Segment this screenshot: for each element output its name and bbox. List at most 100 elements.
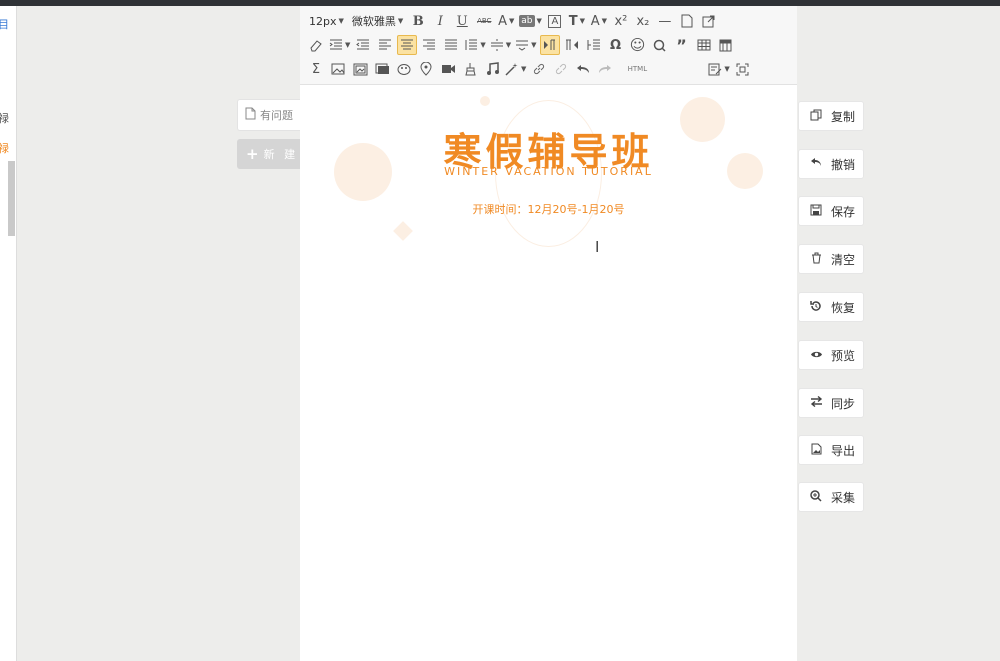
font-color-icon: A [498, 13, 508, 29]
toolbar-row-1: 12px ▼ 微软雅黑 ▼ B I U ABC A ▼ ab ▼ A T ▼ A ▼ x² … [306, 10, 721, 32]
line-height-icon[interactable]: ▼ [463, 35, 486, 55]
fullscreen-icon[interactable] [733, 59, 753, 79]
text-shadow-button[interactable]: T ▼ [567, 11, 587, 31]
brush-icon[interactable] [460, 59, 480, 79]
magic-icon[interactable]: ▼ [504, 59, 527, 79]
scrawl-icon[interactable] [394, 59, 414, 79]
left-panel-glyph[interactable]: 禄 [0, 140, 12, 156]
sync-button[interactable]: 同步 [798, 388, 864, 418]
table-props-icon[interactable] [716, 35, 736, 55]
export-label: 导出 [831, 443, 856, 458]
horizontal-rule-button[interactable]: — [655, 11, 675, 31]
undo-icon [810, 157, 822, 171]
chevron-down-icon: ▼ [345, 41, 351, 49]
rtl-icon[interactable] [562, 35, 582, 55]
font-border-button[interactable]: A [545, 11, 565, 31]
font-border-icon: A [548, 14, 562, 28]
chevron-down-icon: ▼ [505, 41, 512, 49]
music-icon[interactable] [482, 59, 502, 79]
text-cursor-icon: I [595, 238, 600, 256]
save-button[interactable]: 保存 [798, 196, 864, 226]
emoji-button[interactable]: ☺ [628, 35, 648, 55]
font-color-button[interactable]: A ▼ [496, 11, 516, 31]
align-left-icon[interactable] [375, 35, 395, 55]
restore-icon [810, 300, 822, 315]
text-transform-icon: A [590, 13, 600, 29]
row-spacing-icon[interactable]: ▼ [514, 35, 537, 55]
outdent-icon[interactable] [353, 35, 373, 55]
video-icon[interactable] [438, 59, 458, 79]
expand-icon [702, 15, 715, 27]
toolbar-row-2: ▼ ▼ ▼ ▼ Ω ☺ ” [306, 34, 738, 56]
text-transform-button[interactable]: A ▼ [589, 11, 609, 31]
para-spacing-icon[interactable]: ▼ [489, 35, 512, 55]
font-family-select[interactable]: 微软雅黑 ▼ [349, 11, 406, 31]
copy-button[interactable]: 复制 [798, 101, 864, 131]
editor-toolbar: 12px ▼ 微软雅黑 ▼ B I U ABC A ▼ ab ▼ A T ▼ A ▼ x² … [300, 6, 797, 85]
save-icon [810, 204, 822, 219]
strikethrough-button[interactable]: ABC [474, 11, 494, 31]
document-date: 开课时间：12月20号-1月20号 [472, 203, 625, 216]
highlight-button[interactable]: ab ▼ [518, 11, 543, 31]
document-subtitle: WINTER VACATION TUTORIAL [444, 165, 653, 178]
eye-icon [810, 348, 822, 362]
page-icon [681, 14, 693, 28]
export-button[interactable]: 导出 [798, 435, 864, 465]
frame-icon[interactable] [372, 59, 392, 79]
underline-button[interactable]: U [452, 11, 472, 31]
align-right-icon[interactable] [419, 35, 439, 55]
undo-icon[interactable] [573, 59, 593, 79]
report-issue-tab[interactable]: 有问题 [237, 99, 303, 131]
align-justify-icon[interactable] [441, 35, 461, 55]
edit-icon[interactable]: ▼ [707, 59, 730, 79]
link-icon[interactable] [529, 59, 549, 79]
image-icon[interactable] [328, 59, 348, 79]
formula-button[interactable]: Σ [306, 59, 326, 79]
left-scrollbar[interactable] [8, 161, 15, 236]
undo-button[interactable]: 撤销 [798, 149, 864, 179]
table-icon[interactable] [694, 35, 714, 55]
align-center-icon[interactable] [397, 35, 418, 55]
bold-button[interactable]: B [408, 11, 428, 31]
unlink-icon[interactable] [551, 59, 571, 79]
chevron-down-icon: ▼ [397, 17, 404, 25]
sync-icon [810, 395, 823, 410]
font-size-select[interactable]: 12px ▼ [306, 11, 347, 31]
chevron-down-icon: ▼ [338, 17, 344, 25]
ltr-icon[interactable] [539, 35, 560, 55]
clear-label: 清空 [831, 252, 856, 267]
redo-icon[interactable] [595, 59, 615, 79]
undo-label: 撤销 [831, 157, 856, 172]
blockquote-button[interactable]: ” [672, 35, 692, 55]
editor-canvas[interactable]: 寒假辅导班 WINTER VACATION TUTORIAL 开课时间：12月2… [300, 85, 797, 661]
font-size-value: 12px [309, 14, 337, 28]
restore-button[interactable]: 恢复 [798, 292, 864, 322]
indent-icon[interactable]: ▼ [328, 35, 351, 55]
html-source-button[interactable]: HTML [617, 59, 657, 79]
collect-icon [810, 489, 822, 505]
left-panel-glyph[interactable]: 目 [0, 16, 12, 32]
collect-button[interactable]: 采集 [798, 482, 864, 512]
copy-icon [810, 109, 822, 124]
map-icon[interactable] [416, 59, 436, 79]
clear-button[interactable]: 清空 [798, 244, 864, 274]
decorative-diamond [393, 221, 413, 241]
chevron-down-icon: ▼ [579, 17, 586, 25]
superscript-button[interactable]: x² [611, 11, 631, 31]
subscript-button[interactable]: x₂ [633, 11, 653, 31]
format-icon[interactable] [584, 35, 604, 55]
expand-button[interactable] [699, 11, 719, 31]
italic-button[interactable]: I [430, 11, 450, 31]
preview-button[interactable]: 预览 [798, 340, 864, 370]
restore-label: 恢复 [831, 300, 856, 315]
sync-label: 同步 [831, 396, 856, 411]
new-button[interactable]: + 新 建 [237, 139, 303, 169]
multi-image-icon[interactable] [350, 59, 370, 79]
eraser-icon[interactable] [306, 35, 326, 55]
left-panel-glyph[interactable]: 禄 [0, 110, 12, 126]
new-page-button[interactable] [677, 11, 697, 31]
left-panel: 目 禄 禄 [0, 6, 17, 661]
copy-label: 复制 [831, 109, 856, 124]
search-icon[interactable] [650, 35, 670, 55]
special-char-button[interactable]: Ω [606, 35, 626, 55]
